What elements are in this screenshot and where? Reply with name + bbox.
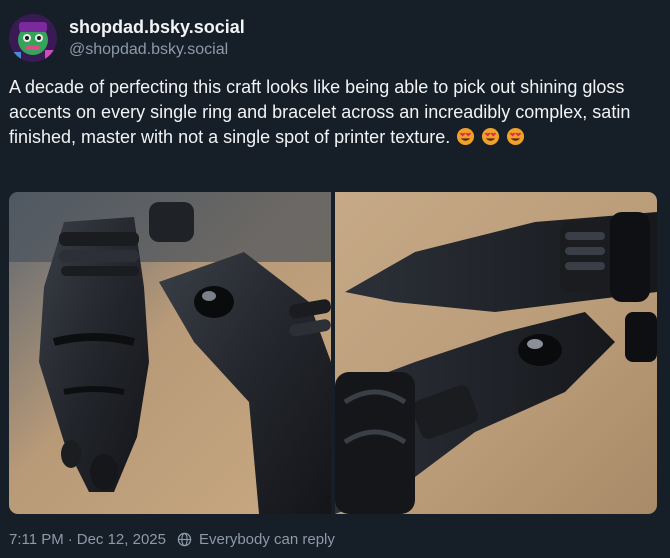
heart-eyes-emoji: [457, 127, 475, 146]
post-header: shopdad.bsky.social @shopdad.bsky.social: [9, 14, 245, 62]
author-names: shopdad.bsky.social @shopdad.bsky.social: [69, 16, 245, 61]
post-image-1[interactable]: [9, 192, 331, 514]
post-footer: 7:11 PM · Dec 12, 2025 Everybody can rep…: [9, 531, 335, 548]
reply-setting: Everybody can reply: [177, 531, 335, 548]
display-name[interactable]: shopdad.bsky.social: [69, 16, 245, 38]
post-time[interactable]: 7:11 PM: [9, 531, 64, 548]
post-body: A decade of perfecting this craft looks …: [9, 77, 631, 147]
post-card: shopdad.bsky.social @shopdad.bsky.social…: [0, 0, 670, 558]
post-text: A decade of perfecting this craft looks …: [9, 75, 659, 150]
post-image-2[interactable]: [335, 192, 657, 514]
heart-eyes-emoji: [482, 127, 500, 146]
author-handle[interactable]: @shopdad.bsky.social: [69, 39, 245, 61]
emoji-row: [456, 127, 531, 147]
cartoon-avatar-icon: [9, 14, 57, 62]
post-date[interactable]: Dec 12, 2025: [77, 531, 166, 548]
separator: ·: [67, 531, 73, 548]
avatar[interactable]: [9, 14, 57, 62]
heart-eyes-emoji: [507, 127, 525, 146]
globe-icon: [177, 532, 192, 547]
image-gallery: [9, 192, 657, 514]
reply-setting-label: Everybody can reply: [198, 531, 335, 548]
